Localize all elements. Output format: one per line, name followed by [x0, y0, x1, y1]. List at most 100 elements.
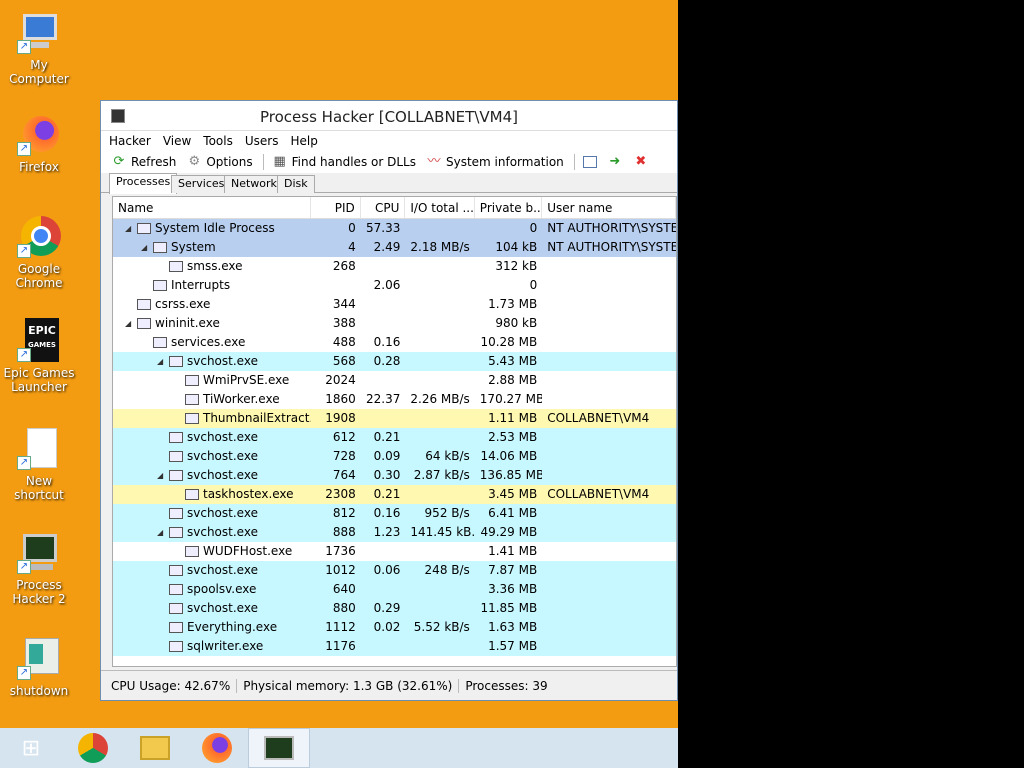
table-row[interactable]: spoolsv.exe 640 3.36 MB: [113, 580, 676, 599]
table-row[interactable]: ◢ System Idle Process 0 57.33 0 NT AUTHORITY\…: [113, 219, 676, 238]
user-name-cell: NT AUTHORITY\SYSTEM: [547, 240, 676, 254]
column-header-cpu[interactable]: CPU: [361, 197, 406, 218]
table-row[interactable]: WmiPrvSE.exe 2024 2.88 MB: [113, 371, 676, 390]
private-bytes-cell: 3.36 MB: [488, 582, 538, 596]
process-icon: [153, 280, 167, 291]
table-row[interactable]: TiWorker.exe 1860 22.37 2.26 MB/s 170.27 MB: [113, 390, 676, 409]
desktop-icon-label: My Computer: [9, 58, 69, 86]
pid-cell: 388: [332, 316, 356, 330]
terminate-button[interactable]: ✖: [633, 154, 653, 170]
table-row[interactable]: svchost.exe 612 0.21 2.53 MB: [113, 428, 676, 447]
process-hacker-icon: ↗: [17, 530, 61, 574]
desktop-icon-epic-games[interactable]: EPIC GAMES ↗ Epic Games Launcher: [0, 318, 78, 394]
io-cell: [405, 276, 474, 295]
taskbar-chrome[interactable]: [62, 728, 124, 768]
process-name-cell: ThumbnailExtract...: [113, 409, 311, 428]
refresh-button[interactable]: ⟳ Refresh: [111, 154, 177, 170]
system-information-button[interactable]: 〰 System information: [426, 154, 563, 170]
menu-view[interactable]: View: [163, 134, 191, 148]
table-row[interactable]: services.exe 488 0.16 10.28 MB: [113, 333, 676, 352]
table-row[interactable]: svchost.exe 880 0.29 11.85 MB: [113, 599, 676, 618]
table-row[interactable]: csrss.exe 344 1.73 MB: [113, 295, 676, 314]
pid-cell: 728: [332, 449, 356, 463]
process-name-cell: ◢ System Idle Process: [113, 219, 311, 238]
process-name: TiWorker.exe: [203, 392, 280, 406]
expand-arrow-icon[interactable]: ◢: [141, 238, 147, 257]
expand-arrow-icon[interactable]: ◢: [157, 523, 163, 542]
tab-processes[interactable]: Processes: [109, 173, 178, 194]
table-row[interactable]: Everything.exe 1112 0.02 5.52 kB/s 1.63 MB: [113, 618, 676, 637]
user-name-cell: [542, 447, 676, 466]
desktop-icon-label: Firefox: [19, 160, 59, 174]
table-row[interactable]: sqlwriter.exe 1176 1.57 MB: [113, 637, 676, 656]
table-row[interactable]: smss.exe 268 312 kB: [113, 257, 676, 276]
process-icon: [137, 318, 151, 329]
pid-cell: 268: [332, 259, 356, 273]
table-row[interactable]: ThumbnailExtract... 1908 1.11 MB COLLABNET\…: [113, 409, 676, 428]
desktop-icon-shutdown[interactable]: ↗ shutdown: [0, 636, 78, 698]
process-name-cell: ◢ svchost.exe: [113, 352, 311, 371]
start-button[interactable]: ⊞: [0, 728, 62, 768]
private-bytes-cell: 7.87 MB: [488, 563, 538, 577]
desktop-icon-chrome[interactable]: ↗ Google Chrome: [0, 214, 78, 290]
private-bytes-cell: 1.73 MB: [488, 297, 538, 311]
table-row[interactable]: ◢ wininit.exe 388 980 kB: [113, 314, 676, 333]
menu-hacker[interactable]: Hacker: [109, 134, 151, 148]
tab-network[interactable]: Network: [224, 175, 284, 193]
desktop-icon-my-computer[interactable]: ↗ My Computer: [0, 10, 78, 86]
process-tree[interactable]: Name PID CPU I/O total ... Private b... …: [112, 196, 677, 667]
column-header-private-bytes[interactable]: Private b...: [475, 197, 543, 218]
options-button[interactable]: ⚙ Options: [186, 154, 253, 170]
menu-help[interactable]: Help: [290, 134, 317, 148]
process-name-cell: svchost.exe: [113, 447, 311, 466]
pid-cell: [311, 276, 361, 295]
expand-arrow-icon[interactable]: ◢: [157, 352, 163, 371]
table-row[interactable]: ◢ System 4 2.49 2.18 MB/s 104 kB NT AUTHORITY\…: [113, 238, 676, 257]
table-row[interactable]: ◢ svchost.exe 764 0.30 2.87 kB/s 136.85 MB: [113, 466, 676, 485]
pid-cell: 1176: [325, 639, 356, 653]
column-header-name[interactable]: Name: [113, 197, 312, 218]
table-row[interactable]: svchost.exe 728 0.09 64 kB/s 14.06 MB: [113, 447, 676, 466]
user-name-cell: [542, 257, 676, 276]
column-header-io[interactable]: I/O total ...: [405, 197, 475, 218]
desktop-icon-label: Epic Games Launcher: [3, 366, 75, 394]
menu-users[interactable]: Users: [245, 134, 279, 148]
binoculars-icon: ▦: [273, 154, 286, 169]
user-name-cell: NT AUTHORITY\SYSTEM: [547, 221, 676, 235]
user-name-cell: [542, 295, 676, 314]
go-to-button[interactable]: ➜: [607, 154, 627, 170]
desktop-icon-new-shortcut[interactable]: ↗ New shortcut: [0, 426, 78, 502]
process-count-status: Processes: 39: [465, 678, 548, 693]
taskbar-firefox[interactable]: [186, 728, 248, 768]
table-row[interactable]: Interrupts 2.06 0: [113, 276, 676, 295]
user-name-cell: [542, 333, 676, 352]
window-button[interactable]: [582, 156, 601, 168]
taskbar-file-explorer[interactable]: [124, 728, 186, 768]
process-name: svchost.exe: [187, 468, 258, 482]
table-row[interactable]: svchost.exe 1012 0.06 248 B/s 7.87 MB: [113, 561, 676, 580]
private-bytes-cell: 5.43 MB: [488, 354, 538, 368]
expand-arrow-icon[interactable]: ◢: [125, 219, 131, 238]
table-row[interactable]: svchost.exe 812 0.16 952 B/s 6.41 MB: [113, 504, 676, 523]
expand-arrow-icon[interactable]: ◢: [157, 466, 163, 485]
column-header-pid[interactable]: PID: [311, 197, 361, 218]
tab-services[interactable]: Services: [171, 175, 232, 193]
desktop-icon-firefox[interactable]: ↗ Firefox: [0, 112, 78, 174]
table-row[interactable]: ◢ svchost.exe 568 0.28 5.43 MB: [113, 352, 676, 371]
desktop-icon-process-hacker[interactable]: ↗ Process Hacker 2: [0, 530, 78, 606]
tab-disk[interactable]: Disk: [277, 175, 315, 193]
table-row[interactable]: WUDFHost.exe 1736 1.41 MB: [113, 542, 676, 561]
process-name: wininit.exe: [155, 316, 220, 330]
process-name-cell: ◢ svchost.exe: [113, 466, 311, 485]
windows-start-icon: ⊞: [21, 735, 41, 761]
table-row[interactable]: taskhostex.exe 2308 0.21 3.45 MB COLLABNET\V…: [113, 485, 676, 504]
cpu-cell: [361, 314, 406, 333]
find-handles-button[interactable]: ▦ Find handles or DLLs: [272, 154, 415, 170]
expand-arrow-icon[interactable]: ◢: [125, 314, 131, 333]
window-title: Process Hacker [COLLABNET\VM4]: [260, 108, 518, 126]
taskbar-process-hacker[interactable]: [248, 728, 310, 768]
title-bar[interactable]: Process Hacker [COLLABNET\VM4]: [101, 101, 677, 131]
table-row[interactable]: ◢ svchost.exe 888 1.23 141.45 kB... 49.29 MB: [113, 523, 676, 542]
column-header-user-name[interactable]: User name: [542, 197, 676, 218]
menu-tools[interactable]: Tools: [203, 134, 233, 148]
